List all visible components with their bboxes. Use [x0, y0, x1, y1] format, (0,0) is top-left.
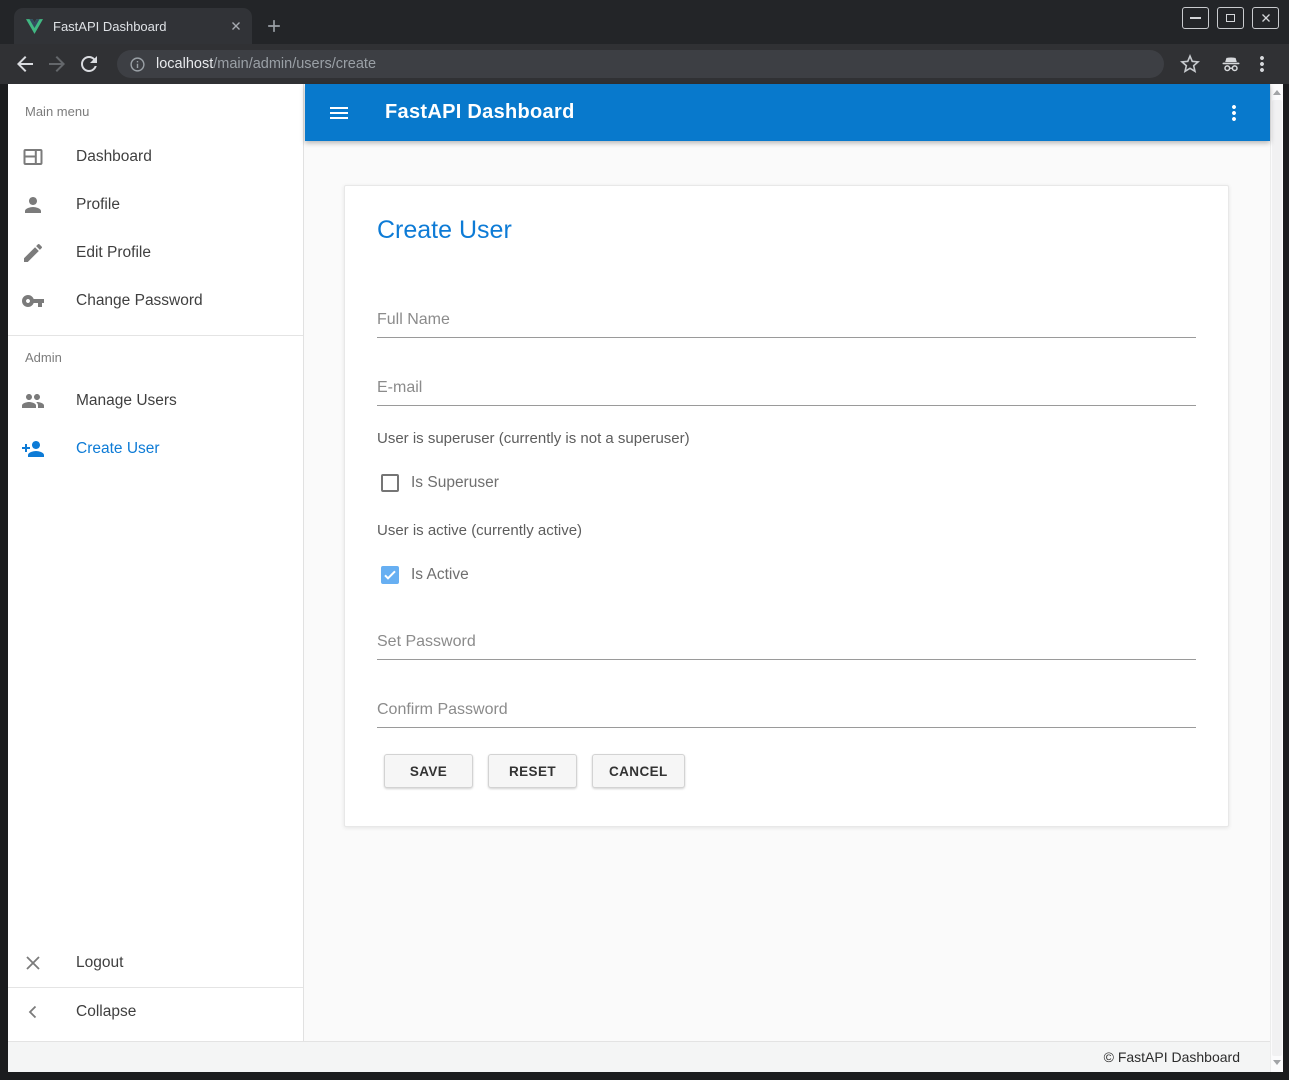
- browser-window: FastAPI Dashboard localhost/main/admin/u…: [0, 0, 1289, 1080]
- hamburger-icon[interactable]: [327, 101, 351, 125]
- full-name-input[interactable]: [377, 302, 1196, 338]
- address-bar[interactable]: localhost/main/admin/users/create: [117, 50, 1164, 78]
- is-active-checkbox-row[interactable]: Is Active: [381, 566, 1196, 584]
- email-input[interactable]: [377, 370, 1196, 406]
- people-icon: [21, 389, 45, 413]
- scrollbar-down-arrow[interactable]: [1271, 1056, 1283, 1070]
- reset-button[interactable]: RESET: [488, 754, 577, 788]
- sidebar-item-label: Collapse: [76, 1003, 136, 1021]
- sidebar-item-profile[interactable]: Profile: [8, 181, 303, 229]
- sidebar: Main menu Dashboard Profile Edit Profile…: [8, 84, 304, 1041]
- chevron-left-icon: [21, 1000, 45, 1024]
- triangle-up-icon: [1273, 90, 1281, 95]
- sidebar-item-logout[interactable]: Logout: [8, 939, 303, 987]
- minimize-button[interactable]: [1182, 7, 1209, 29]
- page-title: Create User: [377, 214, 1196, 246]
- sidebar-section-admin: Admin: [8, 336, 303, 377]
- plus-icon: [264, 16, 284, 36]
- scrollbar-thumb[interactable]: [1272, 100, 1282, 1056]
- close-icon: [1260, 12, 1272, 24]
- browser-toolbar: localhost/main/admin/users/create: [0, 44, 1289, 84]
- copyright-text: © FastAPI Dashboard: [1104, 1049, 1240, 1065]
- info-icon[interactable]: [129, 56, 146, 73]
- email-field-wrap: [377, 370, 1196, 406]
- sidebar-item-label: Dashboard: [76, 148, 152, 166]
- new-tab-button[interactable]: [260, 12, 288, 40]
- window-controls: [1182, 7, 1279, 29]
- sidebar-item-label: Profile: [76, 196, 120, 214]
- sidebar-item-label: Change Password: [76, 292, 203, 310]
- is-superuser-checkbox-row[interactable]: Is Superuser: [381, 474, 1196, 492]
- maximize-icon: [1226, 14, 1235, 22]
- sidebar-item-create-user[interactable]: Create User: [8, 425, 303, 473]
- sidebar-item-label: Logout: [76, 954, 123, 972]
- tab-title: FastAPI Dashboard: [53, 19, 228, 34]
- maximize-button[interactable]: [1217, 7, 1244, 29]
- set-password-input[interactable]: [377, 624, 1196, 660]
- active-hint: User is active (currently active): [377, 522, 1196, 540]
- confirm-password-input[interactable]: [377, 692, 1196, 728]
- sidebar-item-change-password[interactable]: Change Password: [8, 277, 303, 325]
- cancel-button[interactable]: CANCEL: [592, 754, 685, 788]
- person-icon: [21, 193, 45, 217]
- close-window-button[interactable]: [1252, 7, 1279, 29]
- scrollbar-up-arrow[interactable]: [1271, 86, 1283, 100]
- main-content: FastAPI Dashboard Create User User is su…: [305, 84, 1270, 1041]
- reload-icon[interactable]: [77, 52, 101, 76]
- sidebar-item-dashboard[interactable]: Dashboard: [8, 133, 303, 181]
- key-icon: [21, 289, 45, 313]
- is-active-checkbox[interactable]: [381, 566, 399, 584]
- person-add-icon: [21, 437, 45, 461]
- create-user-card: Create User User is superuser (currently…: [344, 185, 1229, 827]
- tab-close-icon[interactable]: [228, 18, 244, 34]
- url-host: localhost: [156, 56, 213, 72]
- full-name-field-wrap: [377, 302, 1196, 338]
- sidebar-bottom-group: Logout Collapse: [8, 939, 303, 1036]
- sidebar-section-main-menu: Main menu: [8, 84, 303, 133]
- is-superuser-checkbox[interactable]: [381, 474, 399, 492]
- sidebar-item-edit-profile[interactable]: Edit Profile: [8, 229, 303, 277]
- vue-logo-icon: [26, 19, 43, 34]
- sidebar-item-label: Edit Profile: [76, 244, 151, 262]
- set-password-field-wrap: [377, 624, 1196, 660]
- checkbox-label: Is Active: [411, 566, 469, 584]
- bookmark-star-icon[interactable]: [1178, 52, 1202, 76]
- triangle-down-icon: [1273, 1060, 1281, 1065]
- page-viewport: Main menu Dashboard Profile Edit Profile…: [8, 84, 1283, 1072]
- url-text: localhost/main/admin/users/create: [156, 56, 376, 72]
- minimize-icon: [1190, 17, 1201, 19]
- incognito-icon: [1219, 52, 1243, 76]
- pencil-icon: [21, 241, 45, 265]
- forward-icon[interactable]: [45, 52, 69, 76]
- save-button[interactable]: SAVE: [384, 754, 473, 788]
- dashboard-icon: [21, 145, 45, 169]
- form-actions: SAVE RESET CANCEL: [384, 754, 1196, 788]
- sidebar-item-label: Create User: [76, 440, 160, 458]
- vertical-scrollbar[interactable]: [1270, 84, 1283, 1072]
- page-footer: © FastAPI Dashboard: [8, 1041, 1270, 1072]
- sidebar-item-label: Manage Users: [76, 392, 177, 410]
- app-bar: FastAPI Dashboard: [305, 84, 1270, 141]
- sidebar-item-collapse[interactable]: Collapse: [8, 988, 303, 1036]
- superuser-hint: User is superuser (currently is not a su…: [377, 430, 1196, 448]
- url-path: /main/admin/users/create: [213, 56, 376, 72]
- tab-strip: FastAPI Dashboard: [0, 0, 1289, 44]
- check-icon: [382, 567, 398, 583]
- confirm-password-field-wrap: [377, 692, 1196, 728]
- app-title: FastAPI Dashboard: [385, 101, 575, 124]
- browser-menu-kebab-icon[interactable]: [1250, 52, 1274, 76]
- sidebar-item-manage-users[interactable]: Manage Users: [8, 377, 303, 425]
- checkbox-label: Is Superuser: [411, 474, 499, 492]
- browser-tab[interactable]: FastAPI Dashboard: [14, 8, 252, 44]
- close-icon: [21, 951, 45, 975]
- app-menu-kebab-icon[interactable]: [1222, 101, 1246, 125]
- back-icon[interactable]: [13, 52, 37, 76]
